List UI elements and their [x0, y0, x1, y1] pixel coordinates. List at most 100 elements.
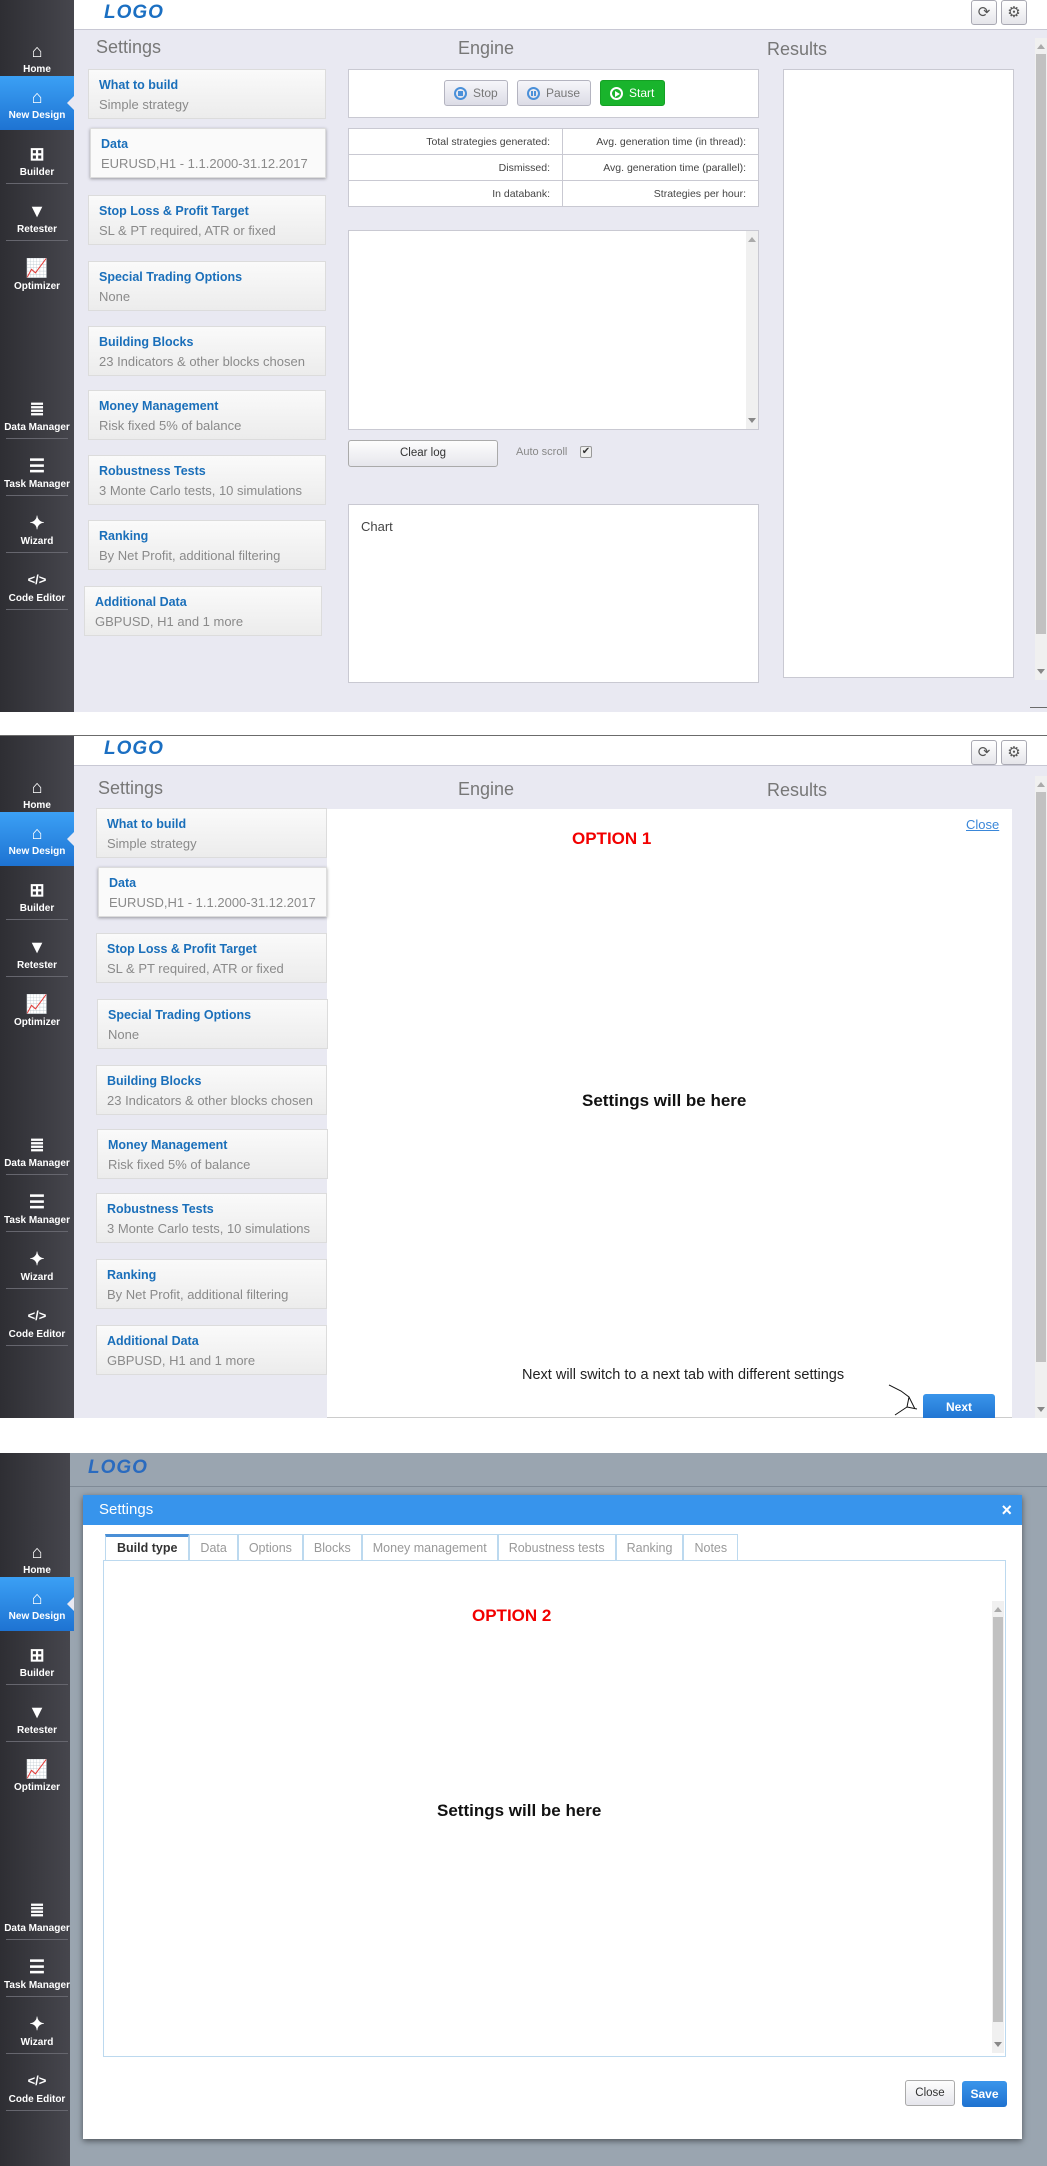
sidebar-item-builder[interactable]: ⊞ Builder — [0, 879, 74, 920]
settings-card-money-management[interactable]: Money Management Risk fixed 5% of balance — [88, 390, 326, 440]
tab-ranking[interactable]: Ranking — [615, 1534, 684, 1561]
sidebar-item-data-manager[interactable]: ≣ Data Manager — [0, 1899, 74, 1940]
settings-card-stop-loss-profit-target[interactable]: Stop Loss & Profit Target SL & PT require… — [96, 933, 327, 983]
settings-card-what-to-build[interactable]: What to build Simple strategy — [96, 808, 327, 858]
log-scrollbar[interactable] — [746, 231, 758, 429]
tab-data[interactable]: Data — [189, 1534, 238, 1561]
settings-card-special-trading-options[interactable]: Special Trading Options None — [88, 261, 326, 311]
sidebar-item-home[interactable]: ⌂ Home — [0, 776, 74, 817]
card-value: GBPUSD, H1 and 1 more — [95, 614, 244, 629]
start-button[interactable]: Start — [600, 80, 665, 106]
sidebar-item-optimizer[interactable]: 📈 Optimizer — [0, 257, 74, 292]
tab-scrollbar[interactable] — [992, 1601, 1004, 2053]
sidebar-item-retester[interactable]: ▼ Retester — [0, 936, 74, 977]
card-value: By Net Profit, additional filtering — [107, 1287, 289, 1302]
close-button[interactable]: Close — [905, 2080, 955, 2106]
magic-wand-icon: ✦ — [29, 2014, 45, 2034]
sidebar-item-home[interactable]: ⌂ Home — [0, 1541, 74, 1582]
sidebar-item-task-manager[interactable]: ☰ Task Manager — [0, 1191, 74, 1232]
close-link[interactable]: Close — [966, 817, 999, 832]
sidebar-item-builder[interactable]: ⊞ Builder — [0, 143, 74, 184]
sidebar-item-optimizer[interactable]: 📈 Optimizer — [0, 993, 74, 1028]
engine-title: Engine — [458, 779, 515, 799]
play-icon — [610, 87, 623, 100]
stat-per-hour: Strategies per hour: — [562, 180, 759, 207]
settings-card-robustness-tests[interactable]: Robustness Tests 3 Monte Carlo tests, 10 … — [96, 1193, 327, 1243]
settings-card-additional-data[interactable]: Additional Data GBPUSD, H1 and 1 more — [96, 1325, 327, 1375]
card-title: Data — [101, 137, 129, 151]
settings-card-special-trading-options[interactable]: Special Trading Options None — [97, 999, 328, 1049]
card-title: Special Trading Options — [108, 1008, 252, 1022]
sidebar-item-wizard[interactable]: ✦ Wizard — [0, 1248, 74, 1289]
settings-button[interactable]: ⚙ — [1001, 740, 1027, 765]
plus-square-icon: ⊞ — [29, 1645, 45, 1665]
card-title: Building Blocks — [99, 335, 194, 349]
plus-square-icon: ⊞ — [29, 144, 45, 164]
settings-card-building-blocks[interactable]: Building Blocks 23 Indicators & other blo… — [88, 326, 326, 376]
sidebar-item-new-design[interactable]: ⌂ New Design — [0, 1577, 74, 1631]
scroll-thumb[interactable] — [1036, 792, 1046, 1362]
settings-card-additional-data[interactable]: Additional Data GBPUSD, H1 and 1 more — [84, 586, 322, 636]
scroll-thumb[interactable] — [993, 1617, 1003, 2022]
sidebar-item-label: Optimizer — [13, 281, 61, 292]
settings-card-what-to-build[interactable]: What to build Simple strategy — [88, 69, 326, 119]
logo: LOGO — [104, 738, 164, 759]
settings-button[interactable]: ⚙ — [1001, 0, 1027, 25]
sidebar-item-home[interactable]: ⌂ Home — [0, 40, 74, 81]
sidebar-item-wizard[interactable]: ✦ Wizard — [0, 512, 74, 553]
settings-title: Settings — [96, 37, 162, 57]
sidebar-item-new-design[interactable]: ⌂ New Design — [0, 812, 74, 866]
settings-placeholder: Settings will be here — [582, 1091, 747, 1110]
sidebar-item-retester[interactable]: ▼ Retester — [0, 200, 74, 241]
settings-card-money-management[interactable]: Money Management Risk fixed 5% of balance — [97, 1129, 328, 1179]
sidebar-item-code-editor[interactable]: </> Code Editor — [0, 1305, 74, 1346]
log-area[interactable] — [348, 230, 759, 430]
card-title: Data — [109, 876, 137, 890]
option1-screen: LOGO ⟳ ⚙ Settings Engine Results OPTION … — [0, 736, 1047, 1418]
sidebar-item-wizard[interactable]: ✦ Wizard — [0, 2013, 74, 2054]
settings-card-robustness-tests[interactable]: Robustness Tests 3 Monte Carlo tests, 10 … — [88, 455, 326, 505]
settings-card-data[interactable]: Data EURUSD,H1 - 1.1.2000-31.12.2017 — [90, 128, 326, 178]
sidebar-item-task-manager[interactable]: ☰ Task Manager — [0, 455, 74, 496]
tab-blocks[interactable]: Blocks — [302, 1534, 362, 1561]
tab-notes[interactable]: Notes — [683, 1534, 739, 1561]
sidebar-item-optimizer[interactable]: 📈 Optimizer — [0, 1758, 74, 1793]
page-scrollbar[interactable] — [1035, 776, 1047, 1418]
sidebar-item-label: Task Manager — [4, 1215, 70, 1226]
server-icon: ☰ — [28, 1957, 46, 1977]
next-button[interactable]: Next — [923, 1394, 995, 1418]
auto-scroll-checkbox[interactable]: ✔ — [580, 446, 592, 458]
page-scrollbar[interactable] — [1035, 38, 1047, 680]
clear-log-button[interactable]: Clear log — [348, 440, 498, 467]
settings-card-ranking[interactable]: Ranking By Net Profit, additional filteri… — [88, 520, 326, 570]
sidebar-item-label: Retester — [16, 224, 58, 235]
sidebar-item-new-design[interactable]: ⌂ New Design — [0, 76, 74, 130]
save-button[interactable]: Save — [962, 2081, 1007, 2107]
sidebar-item-task-manager[interactable]: ☰ Task Manager — [0, 1956, 74, 1997]
refresh-button[interactable]: ⟳ — [971, 740, 997, 765]
sidebar-item-builder[interactable]: ⊞ Builder — [0, 1644, 74, 1685]
pause-button[interactable]: Pause — [517, 80, 591, 106]
settings-card-building-blocks[interactable]: Building Blocks 23 Indicators & other blo… — [96, 1065, 327, 1115]
sidebar-item-code-editor[interactable]: </> Code Editor — [0, 569, 74, 610]
refresh-button[interactable]: ⟳ — [971, 0, 997, 25]
card-title: Stop Loss & Profit Target — [99, 204, 249, 218]
tab-options[interactable]: Options — [237, 1534, 303, 1561]
scroll-thumb[interactable] — [1036, 54, 1046, 634]
sidebar-item-data-manager[interactable]: ≣ Data Manager — [0, 398, 74, 439]
settings-card-data[interactable]: Data EURUSD,H1 - 1.1.2000-31.12.2017 — [98, 867, 327, 917]
option1-title: OPTION 1 — [572, 829, 652, 848]
tab-build-type[interactable]: Build type — [105, 1534, 190, 1561]
chart-line-icon: 📈 — [25, 994, 49, 1014]
sidebar-item-retester[interactable]: ▼ Retester — [0, 1701, 74, 1742]
stop-button[interactable]: Stop — [444, 80, 508, 106]
close-icon[interactable]: × — [1001, 1495, 1012, 1525]
sidebar-item-code-editor[interactable]: </> Code Editor — [0, 2070, 74, 2111]
tab-money-management[interactable]: Money management — [361, 1534, 498, 1561]
engine-controls: Stop Pause Start — [348, 69, 759, 118]
sidebar-item-label: Retester — [16, 960, 58, 971]
sidebar-item-data-manager[interactable]: ≣ Data Manager — [0, 1134, 74, 1175]
tab-robustness-tests[interactable]: Robustness tests — [497, 1534, 616, 1561]
settings-card-ranking[interactable]: Ranking By Net Profit, additional filteri… — [96, 1259, 327, 1309]
settings-card-stop-loss-profit-target[interactable]: Stop Loss & Profit Target SL & PT require… — [88, 195, 326, 245]
